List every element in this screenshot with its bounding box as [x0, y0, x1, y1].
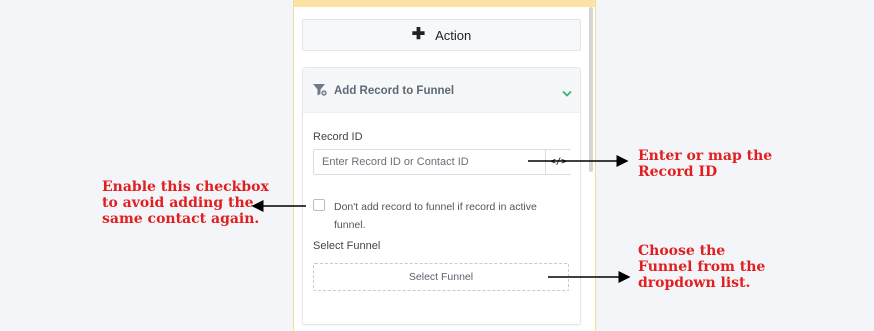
checkbox-annotation: Enable this checkbox to avoid adding the… — [102, 179, 269, 227]
funnel-annotation: Choose the Funnel from the dropdown list… — [638, 243, 766, 291]
record-id-annotation: Enter or map the Record ID — [638, 148, 773, 180]
